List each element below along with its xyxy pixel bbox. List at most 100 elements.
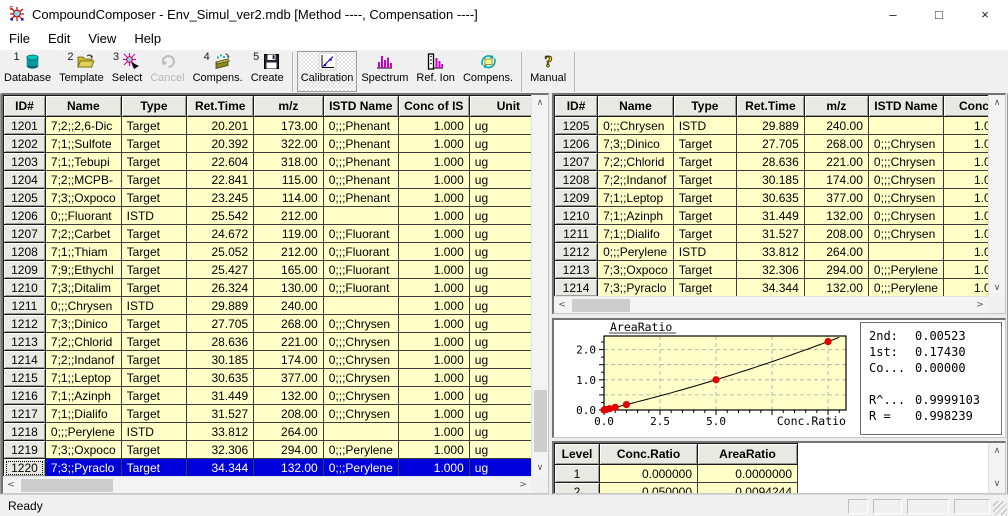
table-cell[interactable]: 0.000000 [600,465,698,483]
row-id-cell[interactable]: 1211 [555,225,598,243]
maximize-button[interactable]: □ [916,0,962,28]
table-cell[interactable]: 31.449 [737,207,805,225]
column-header[interactable]: Name [45,96,121,117]
row-id-cell[interactable]: 1207 [4,225,46,243]
table-cell[interactable]: 7;2;;Chlorid [45,333,121,351]
table-cell[interactable]: ISTD [673,117,736,135]
table-cell[interactable]: 0;;;Fluorant [323,279,398,297]
row-id-cell[interactable]: 1213 [555,261,598,279]
table-row[interactable]: 12167;1;;AzinphTarget31.449132.000;;;Chr… [4,387,548,405]
table-cell[interactable]: 174.00 [804,171,868,189]
table-cell[interactable]: 33.812 [187,423,254,441]
table-cell[interactable]: Target [673,261,736,279]
table-cell[interactable]: 377.00 [254,369,324,387]
create-button[interactable]: 5 Create [247,51,288,92]
table-cell[interactable]: 0;;;Chrysen [868,153,943,171]
table-cell[interactable]: 1.000 [398,405,469,423]
table-cell[interactable]: 0;;;Chrysen [868,135,943,153]
table-cell[interactable]: Target [673,171,736,189]
table-cell[interactable]: 0;;;Chrysen [868,189,943,207]
column-header[interactable]: Ret.Time [737,96,805,117]
row-id-cell[interactable]: 1201 [4,117,46,135]
table-cell[interactable]: Target [121,153,187,171]
table-cell[interactable]: 119.00 [254,225,324,243]
calibration-view-button[interactable]: Calibration [297,51,358,92]
table-cell[interactable] [868,243,943,261]
table-cell[interactable]: 28.636 [737,153,805,171]
table-cell[interactable]: 1.000 [398,315,469,333]
table-cell[interactable] [323,423,398,441]
table-cell[interactable]: 318.00 [254,153,324,171]
table-cell[interactable]: 0.050000 [600,483,698,495]
table-cell[interactable]: 174.00 [254,351,324,369]
table-cell[interactable]: 0;;;Perylene [323,441,398,459]
table-cell[interactable]: Target [121,279,187,297]
table-cell[interactable]: 7;2;;Chlorid [598,153,674,171]
table-cell[interactable]: 1.000 [398,153,469,171]
table-cell[interactable]: 30.635 [737,189,805,207]
row-id-cell[interactable]: 1205 [4,189,46,207]
row-id-cell[interactable]: 1215 [4,369,46,387]
column-header[interactable]: AreaRatio [698,444,798,465]
table-cell[interactable]: 7;2;;Carbet [45,225,121,243]
table-cell[interactable]: Target [121,135,187,153]
table-cell[interactable]: 132.00 [254,459,324,477]
table-cell[interactable]: 7;1;;Leptop [45,369,121,387]
table-cell[interactable]: 212.00 [254,207,324,225]
table-cell[interactable]: 23.245 [187,189,254,207]
table-cell[interactable]: 0;;;Chrysen [323,405,398,423]
table-cell[interactable]: 32.306 [187,441,254,459]
table-cell[interactable]: 0;;;Phenant [323,171,398,189]
table-cell[interactable]: 0;;;Chrysen [868,207,943,225]
table-cell[interactable]: 7;3;;Pyraclo [598,279,674,297]
row-id-cell[interactable]: 1214 [4,351,46,369]
table-cell[interactable]: 0;;;Chrysen [45,297,121,315]
table-cell[interactable]: 268.00 [804,135,868,153]
table-cell[interactable]: 208.00 [254,405,324,423]
table-cell[interactable]: Target [673,189,736,207]
database-button[interactable]: 1 Database [0,51,55,92]
table-cell[interactable]: 7;3;;Dinico [45,315,121,333]
menu-file[interactable]: File [0,28,39,50]
table-cell[interactable]: 7;3;;Ditalim [45,279,121,297]
table-cell[interactable]: 1.000 [398,441,469,459]
table-row[interactable]: 20.0500000.0094244 [555,483,798,495]
table-cell[interactable]: 0;;;Chrysen [323,333,398,351]
table-cell[interactable]: ISTD [121,207,187,225]
table-cell[interactable]: 322.00 [254,135,324,153]
column-header[interactable]: Level [555,444,600,465]
table-cell[interactable]: Target [121,171,187,189]
table-cell[interactable]: 27.705 [187,315,254,333]
reference-ion-button[interactable]: Ref. Ion [412,51,459,92]
table-cell[interactable]: 0;;;Chrysen [323,369,398,387]
table-row[interactable]: 12097;9;;EthychlTarget25.427165.000;;;Fl… [4,261,548,279]
table-cell[interactable]: 33.812 [737,243,805,261]
table-cell[interactable]: Target [673,135,736,153]
table-cell[interactable]: 0;;;Chrysen [868,171,943,189]
row-id-cell[interactable]: 1217 [4,405,46,423]
vertical-scrollbar[interactable]: ∧ ∨ [531,95,548,476]
table-cell[interactable]: Target [121,405,187,423]
resize-grip[interactable] [993,501,1007,515]
table-cell[interactable]: 294.00 [254,441,324,459]
table-cell[interactable]: 0;;;Perylene [868,279,943,297]
table-row[interactable]: 12197;3;;OxpocoTarget32.306294.000;;;Per… [4,441,548,459]
table-cell[interactable]: 208.00 [804,225,868,243]
table-row[interactable]: 12060;;;FluorantISTD25.542212.001.000ug [4,207,548,225]
table-cell[interactable]: 0;;;Chrysen [323,387,398,405]
table-cell[interactable]: Target [121,333,187,351]
row-id-cell[interactable]: 1213 [4,333,46,351]
table-row[interactable]: 12147;2;;IndanofTarget30.185174.000;;;Ch… [4,351,548,369]
scroll-left-icon[interactable]: < [3,477,19,493]
table-cell[interactable]: 20.392 [187,135,254,153]
table-cell[interactable]: 22.604 [187,153,254,171]
row-id-cell[interactable]: 1212 [4,315,46,333]
row-id-cell[interactable]: 1208 [555,171,598,189]
scroll-down-icon[interactable]: ∨ [989,280,1005,296]
table-cell[interactable]: 1.000 [398,423,469,441]
table-cell[interactable]: Target [121,315,187,333]
vertical-scrollbar[interactable]: ∧ ∨ [988,95,1005,296]
table-cell[interactable]: 7;1;;Sulfote [45,135,121,153]
row-id-cell[interactable]: 1206 [555,135,598,153]
table-cell[interactable]: 1.000 [398,459,469,477]
